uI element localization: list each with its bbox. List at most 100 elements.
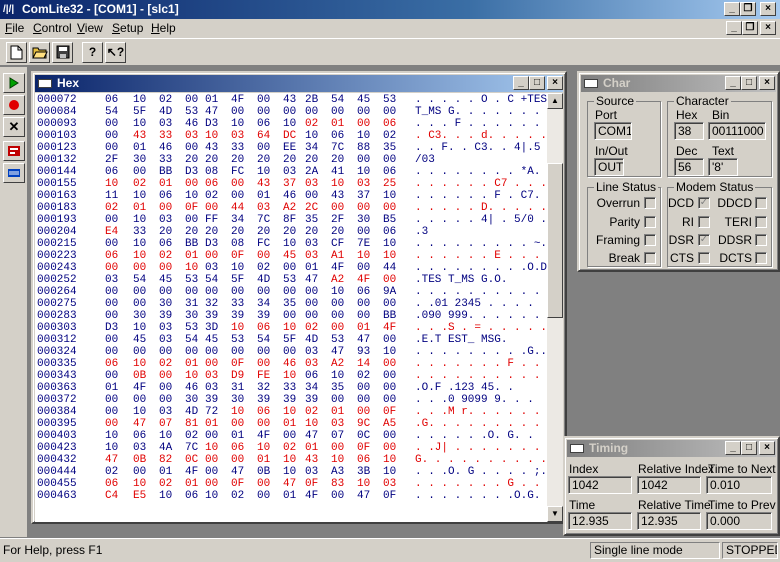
hex-row[interactable]: 000372 00 00 00 30 39 30 39 39 39 00 00 00 . . .0 909… (35, 394, 547, 406)
hex-byte: 02 (257, 262, 271, 274)
close-icon[interactable]: × (760, 2, 776, 16)
monitor-icon[interactable] (3, 163, 25, 183)
hex-row[interactable]: 000403 10 06 10 02 00 01 4F 00 47 07 0C 00 . . . . . … (35, 430, 547, 442)
stop-icon[interactable]: ✕ (3, 117, 25, 137)
hex-row[interactable]: 000283 00 30 39 30 39 39 39 00 00 00 00 BB .090 999. … (35, 310, 547, 322)
menu-control[interactable]: Control (33, 21, 72, 36)
hex-row[interactable]: 000312 00 45 03 54 45 53 54 5F 4D 53 47 00 .E.T EST_ … (35, 334, 547, 346)
hex-row[interactable]: 000155 10 02 01 00 06 00 43 37 03 10 03 25 . . . . . … (35, 178, 547, 190)
dcd-checkbox[interactable]: ✓ (698, 197, 710, 209)
hex-row[interactable]: 000384 00 10 03 4D 72 10 06 10 02 01 00 0F . . .M r. … (35, 406, 547, 418)
hex-window[interactable]: Hex _ □ × 000072 06 10 02 00 01 4F 00 43 2B 54 45 53… (31, 71, 567, 524)
hex-row[interactable]: 000324 00 00 00 00 00 00 00 00 03 47 93 10 . . . . . … (35, 346, 547, 358)
timing-window[interactable]: Timing _ □ × Index Relative Index Time t… (563, 436, 780, 536)
hex-row[interactable]: 000444 02 00 01 4F 00 47 0B 10 03 A3 3B 10 . . .O. G … (35, 466, 547, 478)
minimize-icon[interactable]: _ (725, 441, 741, 455)
run-icon[interactable] (3, 73, 25, 93)
open-folder-icon[interactable] (29, 42, 50, 63)
hex-dump[interactable]: 000072 06 10 02 00 01 4F 00 43 2B 54 45 53. . . . . … (35, 93, 547, 522)
scroll-thumb[interactable] (547, 163, 563, 318)
menu-help[interactable]: Help (151, 21, 176, 36)
char-window[interactable]: Char _ □ × Source Port COM1 In/Out OUT C… (577, 71, 780, 272)
hex-row[interactable]: 000463 C4 E5 10 06 10 02 00 01 4F 00 47 0F . . . . . … (35, 490, 547, 502)
hex-row[interactable]: 000423 10 03 4A 7C 10 06 10 02 01 00 0F 00 . .J| . . … (35, 442, 547, 454)
ddcd-checkbox[interactable] (755, 197, 767, 209)
hex-row[interactable]: 000223 06 10 02 01 00 0F 00 45 03 A1 10 10 . . . . . … (35, 250, 547, 262)
hex-row[interactable]: 000103 00 43 33 03 10 03 64 DC 10 06 10 02 . C3. . . … (35, 130, 547, 142)
dcts-checkbox[interactable] (755, 252, 767, 264)
hex-row[interactable]: 000303 D3 10 03 53 3D 10 06 10 02 00 01 4F . . .S . =… (35, 322, 547, 334)
mdi-minimize-icon[interactable]: _ (726, 21, 742, 35)
hex-byte: 4F (383, 322, 397, 334)
mdi-restore-icon[interactable]: ❐ (742, 21, 758, 35)
hex-row[interactable]: 000163 11 10 06 10 02 00 01 46 00 43 37 10 . . . . . … (35, 190, 547, 202)
hex-row[interactable]: 000072 06 10 02 00 01 4F 00 43 2B 54 45 53 . . . . . … (35, 94, 547, 106)
hex-row[interactable]: 000093 00 10 03 46 D3 10 06 10 02 01 00 06 . . . F . … (35, 118, 547, 130)
dec-field: 56 (674, 158, 704, 176)
close-icon[interactable]: × (547, 76, 563, 90)
hex-row[interactable]: 000395 00 47 07 81 01 00 00 01 10 03 9C A5 .G. . . . … (35, 418, 547, 430)
ri-checkbox[interactable] (698, 216, 710, 228)
hex-row[interactable]: 000204 E4 33 20 20 20 20 20 20 20 20 00 06 .3 (35, 226, 547, 238)
cts-checkbox[interactable] (698, 252, 710, 264)
maximize-icon[interactable]: □ (741, 441, 757, 455)
hex-byte: 01 (205, 418, 219, 430)
minimize-icon[interactable]: _ (725, 76, 741, 90)
menu-view[interactable]: View (77, 21, 103, 36)
dsr-checkbox[interactable]: ✓ (698, 234, 710, 246)
hex-window-title-bar[interactable]: Hex _ □ × (35, 75, 563, 92)
ddsr-checkbox[interactable] (755, 234, 767, 246)
hex-row[interactable]: 000215 00 10 06 BB D3 08 FC 10 03 CF 7E 10 . . . . . … (35, 238, 547, 250)
help-icon[interactable]: ? (82, 42, 103, 63)
menu-file[interactable]: File (5, 21, 24, 36)
hex-byte: 20 (231, 154, 245, 166)
new-file-icon[interactable] (6, 42, 27, 63)
scroll-up-icon[interactable]: ▲ (547, 93, 563, 109)
hex-row[interactable]: 000193 00 10 03 00 FF 34 7C 8F 35 2F 30 B5 . . . . . … (35, 214, 547, 226)
hex-row[interactable]: 000335 06 10 02 01 00 0F 00 46 03 A2 14 00 . . . . . … (35, 358, 547, 370)
menu-setup[interactable]: Setup (112, 21, 143, 36)
close-icon[interactable]: × (759, 76, 775, 90)
close-icon[interactable]: × (759, 441, 775, 455)
hex-row[interactable]: 000343 00 0B 00 10 03 D9 FE 10 06 10 02 00 . . . . . … (35, 370, 547, 382)
hex-row[interactable]: 000252 03 54 45 53 54 5F 4D 53 47 A2 4F 00 .TES T_MS … (35, 274, 547, 286)
app-title-bar[interactable]: /|/| ComLite32 - [COM1] - [slc1] _ ❐ × (0, 0, 780, 19)
hex-row[interactable]: 000132 2F 30 33 20 20 20 20 20 20 20 00 00/03 (35, 154, 547, 166)
hex-row[interactable]: 000432 47 0B 82 0C 00 00 01 10 43 10 06 10 G. . . . .… (35, 454, 547, 466)
scroll-down-icon[interactable]: ▼ (547, 506, 563, 522)
char-window-title-bar[interactable]: Char _ □ × (581, 75, 776, 92)
hex-row[interactable]: 000264 00 00 00 00 00 00 00 00 00 10 06 9A . . . . . … (35, 286, 547, 298)
minimize-icon[interactable]: _ (513, 76, 529, 90)
hex-byte: 10 (257, 442, 271, 454)
overrun-checkbox[interactable] (644, 197, 656, 209)
hex-row[interactable]: 000243 00 00 00 10 03 10 02 00 01 4F 00 44 . . . . . … (35, 262, 547, 274)
settings-icon[interactable] (3, 141, 25, 161)
hex-row[interactable]: 000275 00 00 30 31 32 33 34 35 00 00 00 00 . .01 2345… (35, 298, 547, 310)
parity-checkbox[interactable] (644, 216, 656, 228)
timing-window-title-bar[interactable]: Timing _ □ × (567, 440, 776, 457)
maximize-icon[interactable]: □ (741, 76, 757, 90)
hex-byte: 06 (257, 322, 271, 334)
record-icon[interactable] (3, 95, 25, 115)
mdi-close-icon[interactable]: × (760, 21, 776, 35)
minimize-icon[interactable]: _ (724, 2, 740, 16)
teri-checkbox[interactable] (755, 216, 767, 228)
hex-ascii: G. . . . . . . . . . (415, 454, 547, 466)
time-field: 12.935 (568, 512, 632, 530)
break-checkbox[interactable] (644, 252, 656, 264)
hex-byte: 3D (205, 322, 219, 334)
restore-icon[interactable]: ❐ (740, 2, 756, 16)
framing-checkbox[interactable] (644, 234, 656, 246)
save-disk-icon[interactable] (52, 42, 73, 63)
hex-row[interactable]: 000144 06 00 BB D3 08 FC 10 03 2A 41 10 06 . . . . . … (35, 166, 547, 178)
hex-row[interactable]: 000455 06 10 02 01 00 0F 00 47 0F 83 10 03 . . . . . … (35, 478, 547, 490)
hex-row[interactable]: 000363 01 4F 00 46 03 31 32 33 34 35 00 00 .O.F .123 … (35, 382, 547, 394)
hex-byte: 10 (159, 490, 173, 502)
hex-row[interactable]: 000084 54 5F 4D 53 47 00 00 00 00 00 00 00 T_MS G. . … (35, 106, 547, 118)
hex-scrollbar[interactable]: ▲ ▼ (547, 93, 563, 522)
hex-byte: 00 (159, 286, 173, 298)
hex-row[interactable]: 000123 00 01 46 00 43 33 00 EE 34 7C 88 35 . . F. . C… (35, 142, 547, 154)
maximize-icon[interactable]: □ (529, 76, 545, 90)
context-help-icon[interactable]: ↖? (105, 42, 126, 63)
hex-row[interactable]: 000183 02 01 00 0F 00 44 03 A2 2C 00 00 00 . . . . . … (35, 202, 547, 214)
